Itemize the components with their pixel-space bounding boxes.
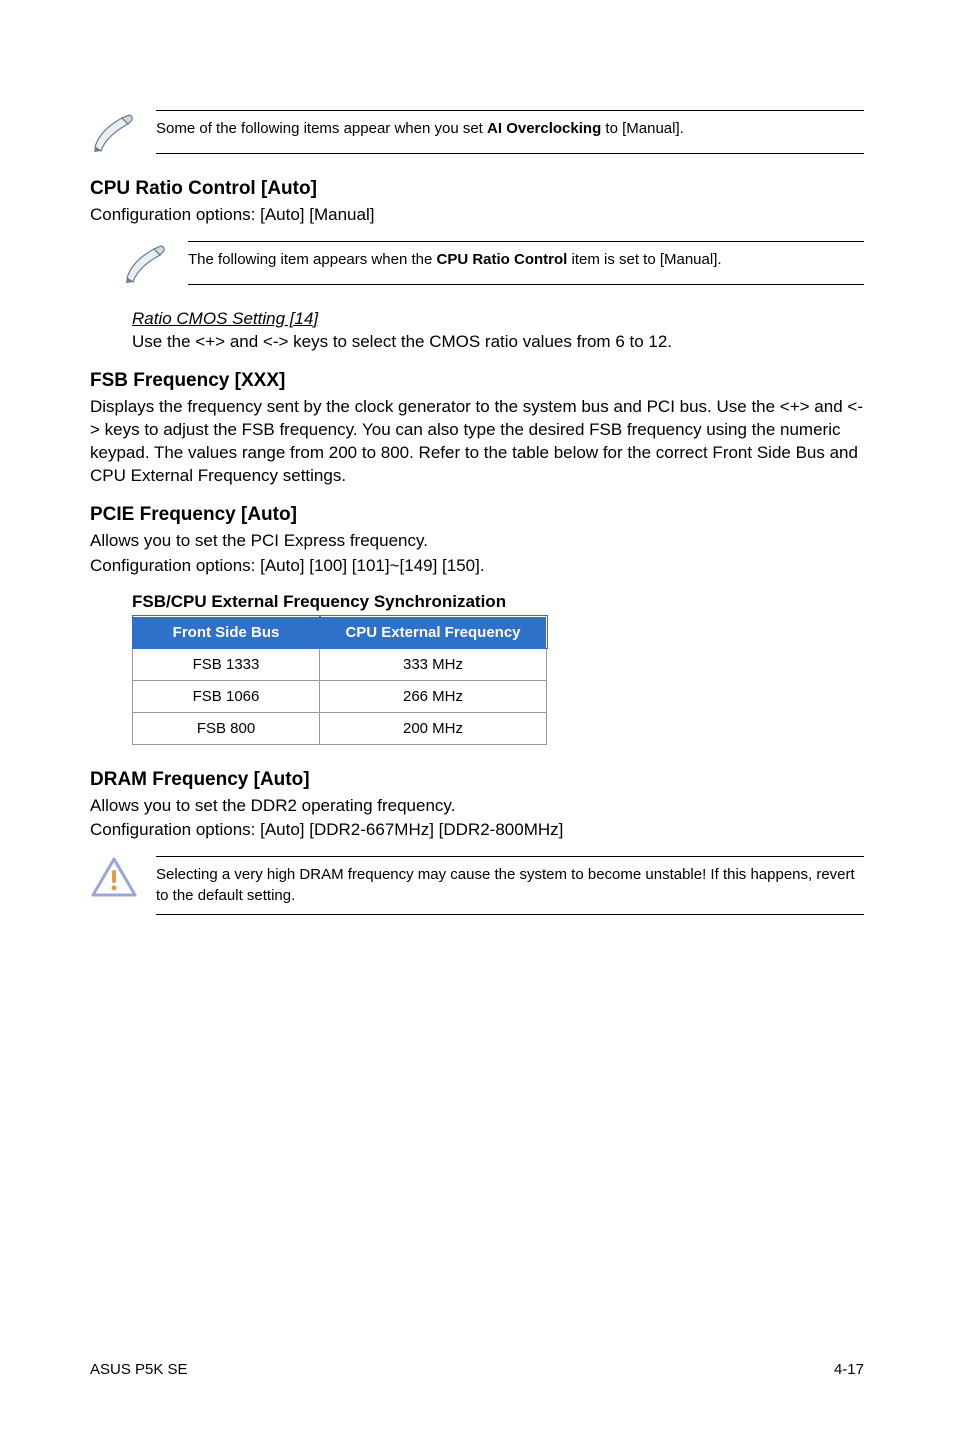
- table-row: FSB 800 200 MHz: [133, 712, 547, 744]
- note2-text-a: The following item appears when the: [188, 251, 436, 268]
- body-dram-2: Configuration options: [Auto] [DDR2-667M…: [90, 819, 864, 842]
- cell-freq: 266 MHz: [320, 680, 547, 712]
- note-text: Some of the following items appear when …: [156, 110, 864, 154]
- note-text: Selecting a very high DRAM frequency may…: [156, 856, 864, 915]
- pencil-icon: [90, 110, 138, 152]
- th-front-side-bus: Front Side Bus: [133, 616, 320, 648]
- note3-text: Selecting a very high DRAM frequency may…: [156, 866, 855, 903]
- sub-desc-ratio-cmos: Use the <+> and <-> keys to select the C…: [132, 331, 864, 354]
- body-dram-1: Allows you to set the DDR2 operating fre…: [90, 795, 864, 818]
- caution-icon: [90, 856, 138, 898]
- heading-fsb: FSB Frequency [XXX]: [90, 370, 864, 392]
- body-pcie-1: Allows you to set the PCI Express freque…: [90, 530, 864, 553]
- sub-title-ratio-cmos: Ratio CMOS Setting [14]: [132, 309, 864, 329]
- note-text: The following item appears when the CPU …: [188, 241, 864, 285]
- body-cpu-ratio: Configuration options: [Auto] [Manual]: [90, 204, 864, 227]
- body-fsb: Displays the frequency sent by the clock…: [90, 396, 864, 488]
- heading-cpu-ratio: CPU Ratio Control [Auto]: [90, 178, 864, 200]
- note1-text-a: Some of the following items appear when …: [156, 120, 487, 137]
- note-cpu-ratio: The following item appears when the CPU …: [122, 241, 864, 285]
- heading-pcie: PCIE Frequency [Auto]: [90, 504, 864, 526]
- table-row: FSB 1066 266 MHz: [133, 680, 547, 712]
- cell-freq: 200 MHz: [320, 712, 547, 744]
- footer-right: 4-17: [834, 1361, 864, 1378]
- cell-freq: 333 MHz: [320, 648, 547, 680]
- cell-fsb: FSB 800: [133, 712, 320, 744]
- th-cpu-ext-freq: CPU External Frequency: [320, 616, 547, 648]
- table-caption: FSB/CPU External Frequency Synchronizati…: [132, 592, 864, 612]
- table-row: FSB 1333 333 MHz: [133, 648, 547, 680]
- footer-left: ASUS P5K SE: [90, 1361, 188, 1378]
- body-pcie-2: Configuration options: [Auto] [100] [101…: [90, 555, 864, 578]
- cell-fsb: FSB 1066: [133, 680, 320, 712]
- pencil-icon: [122, 241, 170, 283]
- note1-bold: AI Overclocking: [487, 120, 601, 137]
- note-ai-overclocking: Some of the following items appear when …: [90, 110, 864, 154]
- note-dram-caution: Selecting a very high DRAM frequency may…: [90, 856, 864, 915]
- note2-text-b: item is set to [Manual].: [567, 251, 721, 268]
- page-footer: ASUS P5K SE 4-17: [90, 1361, 864, 1398]
- sub-ratio-cmos: Ratio CMOS Setting [14] Use the <+> and …: [132, 309, 864, 354]
- heading-dram: DRAM Frequency [Auto]: [90, 769, 864, 791]
- freq-table: Front Side Bus CPU External Frequency FS…: [132, 616, 547, 745]
- note1-text-b: to [Manual].: [601, 120, 684, 137]
- cell-fsb: FSB 1333: [133, 648, 320, 680]
- note2-bold: CPU Ratio Control: [436, 251, 567, 268]
